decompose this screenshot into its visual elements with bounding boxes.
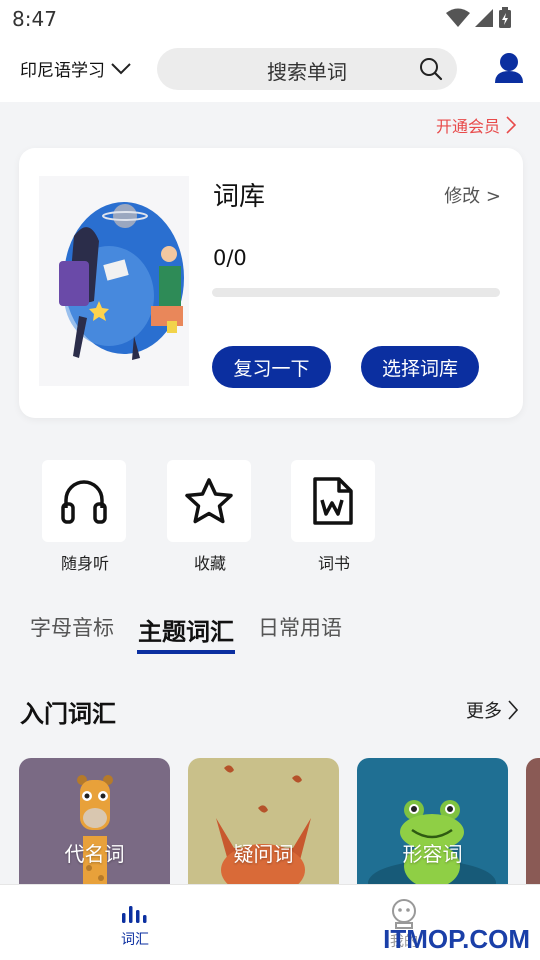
- nav-vocabulary-label: 词汇: [121, 932, 149, 948]
- frog-icon: [368, 800, 496, 888]
- quick-action-listen[interactable]: 随身听: [42, 460, 128, 574]
- quick-action-box: [291, 460, 375, 542]
- word-book-card: 词库 修改 > 0/0 复习一下 选择词库: [19, 148, 523, 418]
- tab-topic-vocabulary[interactable]: 主题词汇: [137, 612, 235, 654]
- nav-vocabulary[interactable]: 词汇: [95, 899, 175, 949]
- quick-action-label: 随身听: [60, 554, 109, 573]
- search-icon: [420, 58, 443, 81]
- giraffe-icon: [77, 775, 113, 888]
- vip-label: 开通会员: [435, 117, 500, 136]
- word-document-icon: [313, 477, 353, 525]
- book-title: 词库: [213, 182, 266, 212]
- more-link[interactable]: 更多: [466, 697, 518, 723]
- category-tabs: 字母音标 主题词汇 日常用语: [30, 612, 366, 654]
- headphones-icon: [61, 480, 107, 524]
- topic-label: 代名词: [64, 842, 125, 866]
- quick-action-favorites[interactable]: 收藏: [167, 460, 253, 574]
- user-profile-icon[interactable]: [494, 52, 524, 84]
- cellular-signal-icon: [475, 9, 493, 27]
- quick-action-box: [167, 460, 251, 542]
- review-button[interactable]: 复习一下: [212, 346, 331, 388]
- language-label: 印尼语学习: [20, 61, 105, 81]
- star-icon: [185, 478, 233, 524]
- battery-icon: [499, 7, 511, 28]
- topic-card-partial[interactable]: [526, 758, 540, 888]
- search-placeholder: 搜索单词: [267, 60, 347, 84]
- topic-label: 疑问词: [233, 842, 294, 866]
- search-input[interactable]: 搜索单词: [157, 48, 457, 90]
- fox-icon: [216, 765, 311, 888]
- status-bar: 8:47: [0, 0, 540, 36]
- bar-chart-icon: [122, 906, 147, 923]
- choose-book-button[interactable]: 选择词库: [361, 346, 479, 388]
- tab-alphabet[interactable]: 字母音标: [30, 612, 114, 642]
- more-label: 更多: [466, 701, 502, 722]
- section-title: 入门词汇: [20, 700, 116, 728]
- tab-daily-phrases[interactable]: 日常用语: [258, 612, 342, 642]
- progress-bar: [212, 288, 500, 297]
- quick-action-box: [42, 460, 126, 542]
- quick-action-word-book[interactable]: 词书: [291, 460, 377, 574]
- vip-subscribe-link[interactable]: 开通会员: [436, 113, 516, 137]
- quick-action-label: 收藏: [193, 554, 226, 573]
- language-selector[interactable]: 印尼语学习: [20, 56, 131, 81]
- topic-label: 形容词: [402, 842, 463, 866]
- topic-card-question-words[interactable]: 疑问词: [188, 758, 339, 888]
- quick-action-label: 词书: [317, 554, 350, 573]
- edit-book-link[interactable]: 修改 >: [444, 182, 501, 208]
- topic-card-adjectives[interactable]: 形容词: [357, 758, 508, 888]
- status-icons: [446, 7, 512, 29]
- top-bar: 印尼语学习 搜索单词: [0, 36, 540, 102]
- progress-count: 0/0: [213, 246, 247, 270]
- chevron-down-icon: [111, 62, 131, 74]
- watermark-text: ITMOP.COM: [383, 924, 530, 954]
- status-time: 8:47: [12, 7, 57, 31]
- chevron-right-icon: [508, 700, 518, 720]
- chevron-right-icon: [506, 116, 516, 134]
- students-illustration: [39, 176, 189, 386]
- wifi-icon: [446, 8, 470, 27]
- topic-card-pronouns[interactable]: 代名词: [19, 758, 170, 888]
